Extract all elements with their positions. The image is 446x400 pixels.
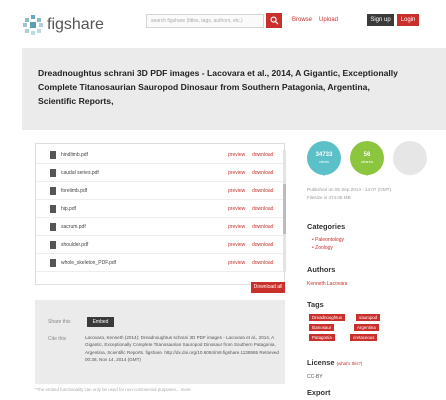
views-count: 34733 — [315, 152, 333, 158]
file-row: whole_skeleton_PDF.pdf preview download — [36, 255, 284, 272]
published-date: Published on 06 Sep 2014 - 14:07 (GMT) — [307, 187, 392, 192]
tag-argentina[interactable]: Argentina — [354, 324, 379, 331]
file-download-link[interactable]: download — [252, 242, 273, 248]
files-scrollbar-thumb[interactable] — [283, 184, 286, 234]
file-preview-link[interactable]: preview — [228, 224, 245, 230]
embed-button[interactable]: Embed — [87, 317, 114, 327]
tag-titanosaur[interactable]: titanosaur — [309, 324, 335, 331]
altmetric-badge-tail — [405, 170, 415, 176]
tags-heading: Tags — [307, 300, 324, 309]
figshare-logo-icon — [23, 15, 43, 35]
tag-dreadnoughtus[interactable]: Dreadnoughtus — [309, 314, 346, 321]
tag-sauropod[interactable]: sauropod — [356, 314, 381, 321]
nav-upload-link[interactable]: Upload — [319, 17, 338, 23]
file-name: forelimb.pdf — [61, 188, 88, 194]
file-row: hip.pdf preview download — [36, 201, 284, 218]
filesize: Filesize is 474.05 MB — [307, 195, 351, 200]
file-download-link[interactable]: download — [252, 188, 273, 194]
pdf-file-icon — [50, 205, 56, 213]
file-row: shoulder.pdf preview download — [36, 237, 284, 254]
article-title: Dreadnoughtus schrani 3D PDF images - La… — [38, 68, 398, 106]
pdf-file-icon — [50, 223, 56, 231]
download-all-button[interactable]: Download all — [251, 282, 285, 293]
file-preview-link[interactable]: preview — [228, 206, 245, 212]
signup-button[interactable]: Sign up — [367, 14, 394, 26]
pdf-file-icon — [50, 187, 56, 195]
file-download-link[interactable]: download — [252, 260, 273, 266]
shares-label: shares — [360, 159, 373, 164]
pdf-file-icon — [50, 259, 56, 267]
file-name: caudal series.pdf — [61, 170, 99, 176]
citation-text: Lacovara, Kenneth (2014): Dreadnoughtus … — [85, 335, 279, 363]
file-preview-link[interactable]: preview — [228, 188, 245, 194]
embed-note: *The embed functionality can only be use… — [35, 387, 191, 392]
authors-heading: Authors — [307, 265, 336, 274]
cite-label: Cite this — [48, 336, 67, 342]
file-row: hindlimb.pdf preview download — [36, 147, 284, 164]
file-name: hindlimb.pdf — [61, 152, 88, 158]
license-value: CC-BY — [307, 374, 323, 380]
file-row: sacrum.pdf preview download — [36, 219, 284, 236]
published-info: Published on 06 Sep 2014 - 14:07 (GMT) F… — [307, 186, 427, 202]
categories-heading: Categories — [307, 222, 346, 231]
shares-badge-tail — [362, 170, 372, 176]
file-preview-link[interactable]: preview — [228, 170, 245, 176]
file-download-link[interactable]: download — [252, 224, 273, 230]
views-label: views — [318, 159, 329, 164]
tag-cretaceous[interactable]: cretaceous — [350, 334, 378, 341]
shares-count: 56 — [363, 152, 371, 158]
category-link[interactable]: • Zoology — [312, 245, 333, 251]
file-download-link[interactable]: download — [252, 170, 273, 176]
file-name: sacrum.pdf — [61, 224, 86, 230]
search-icon — [269, 16, 279, 25]
license-heading: License (what's this?) — [307, 358, 362, 367]
category-link[interactable]: • Paleontology — [312, 237, 344, 243]
license-help-link[interactable]: (what's this?) — [337, 361, 363, 366]
share-label: Share this — [48, 319, 71, 325]
views-badge-tail — [319, 170, 329, 176]
pdf-file-icon — [50, 241, 56, 249]
export-heading: Export — [307, 388, 331, 397]
logo-text: figshare — [47, 16, 104, 33]
file-row: caudal series.pdf preview download — [36, 165, 284, 182]
file-preview-link[interactable]: preview — [228, 152, 245, 158]
file-name: hip.pdf — [61, 206, 77, 212]
pdf-file-icon — [50, 169, 56, 177]
search-button[interactable] — [266, 13, 282, 28]
file-row: forelimb.pdf preview download — [36, 183, 284, 200]
search-input[interactable]: search figshare (titles, tags, authors, … — [146, 14, 264, 28]
top-header: figshare search figshare (titles, tags, … — [0, 0, 446, 48]
license-heading-label: License — [307, 358, 335, 367]
nav-browse-link[interactable]: Browse — [292, 17, 312, 23]
pdf-file-icon — [50, 151, 56, 159]
file-preview-link[interactable]: preview — [228, 242, 245, 248]
login-button[interactable]: Login — [397, 14, 419, 26]
category-label: Paleontology — [315, 237, 345, 243]
file-name: whole_skeleton_PDF.pdf — [61, 260, 117, 266]
author-link[interactable]: Kenneth Lacovara — [307, 281, 348, 287]
files-list: hindlimb.pdf preview download caudal ser… — [35, 143, 285, 285]
file-name: shoulder.pdf — [61, 242, 89, 248]
category-label: Zoology — [315, 245, 333, 251]
tag-patagonia[interactable]: Patagonia — [309, 334, 335, 341]
file-download-link[interactable]: download — [252, 152, 273, 158]
file-preview-link[interactable]: preview — [228, 260, 245, 266]
figshare-logo[interactable]: figshare — [22, 13, 104, 37]
file-download-link[interactable]: download — [252, 206, 273, 212]
